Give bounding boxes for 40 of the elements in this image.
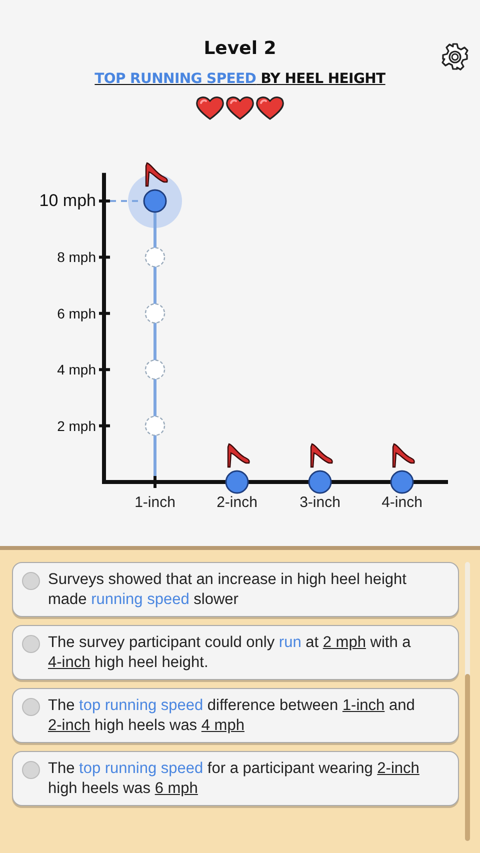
answer-option[interactable]: The survey participant could only run at 2 mph with a 4-inch high heel height. xyxy=(12,625,459,680)
option-text: The top running speed difference between 1-inch and 2-inch high heels was 4 mph xyxy=(48,696,416,736)
scrollbar[interactable] xyxy=(465,562,470,841)
axis-label: 10 mph xyxy=(39,191,96,210)
axis-label: 1-inch xyxy=(134,494,176,511)
heart-icon xyxy=(255,95,285,121)
level-title: Level 2 xyxy=(204,38,276,59)
heart-icon xyxy=(225,95,255,121)
answer-option[interactable]: The top running speed difference between 1-inch and 2-inch high heels was 4 mph xyxy=(12,688,459,743)
axis-label: 4 mph xyxy=(57,362,96,378)
data-point[interactable] xyxy=(308,470,332,494)
data-point[interactable] xyxy=(143,189,167,213)
axis-label: 2-inch xyxy=(216,494,258,511)
option-text: The survey participant could only run at 2 mph with a 4-inch high heel height. xyxy=(48,633,412,673)
axis-label: 2 mph xyxy=(57,418,96,434)
chart-title: TOP RUNNING SPEED BY HEEL HEIGHT xyxy=(94,71,386,87)
axis-label: 8 mph xyxy=(57,249,96,266)
heel-shoe-icon xyxy=(310,443,333,468)
radio-button[interactable] xyxy=(22,572,40,590)
radio-button[interactable] xyxy=(22,698,40,716)
option-text: The top running speed for a participant wearing 2-inch high heels was 6 mph xyxy=(48,759,420,799)
heel-shoe-icon xyxy=(145,162,168,187)
empty-slot[interactable] xyxy=(144,247,166,268)
axis-label: 4-inch xyxy=(382,494,422,511)
radio-button[interactable] xyxy=(22,761,40,779)
empty-slot[interactable] xyxy=(144,416,166,436)
heel-shoe-icon xyxy=(227,443,250,468)
data-point[interactable] xyxy=(225,470,249,494)
data-point[interactable] xyxy=(390,470,414,494)
heel-shoe-icon xyxy=(392,443,415,468)
axis-label: 3-inch xyxy=(300,494,340,511)
answer-option[interactable]: The top running speed for a participant wearing 2-inch high heels was 6 mph xyxy=(12,751,459,806)
radio-button[interactable] xyxy=(22,635,40,653)
heart-icon xyxy=(195,95,225,121)
option-text: Surveys showed that an increase in high heel height made running speed slower xyxy=(48,570,408,610)
settings-icon[interactable] xyxy=(440,42,470,72)
answer-option[interactable]: Surveys showed that an increase in high heel height made running speed slower xyxy=(12,562,459,617)
empty-slot[interactable] xyxy=(144,303,166,324)
axis-label: 6 mph xyxy=(57,305,96,322)
empty-slot[interactable] xyxy=(144,360,166,380)
